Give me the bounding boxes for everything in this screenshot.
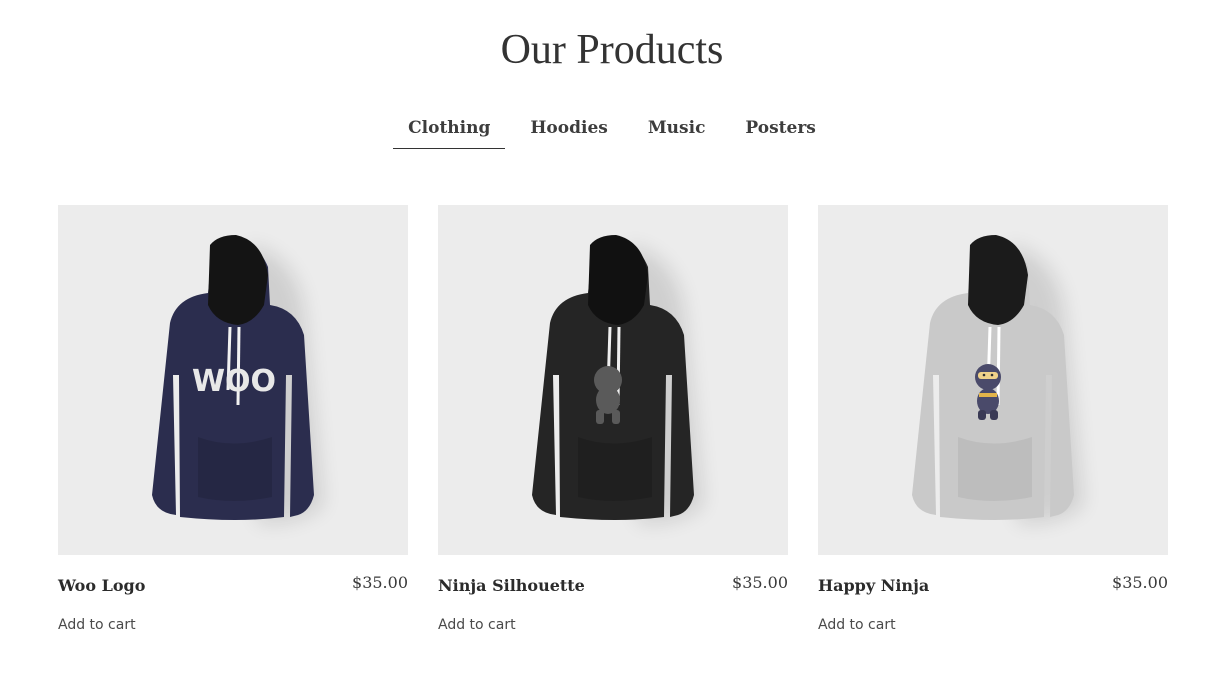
product-price: $35.00 [732,573,788,592]
product-name[interactable]: Woo Logo [58,576,145,595]
product-card: Happy Ninja $35.00 Add to cart [818,205,1168,634]
page-title: Our Products [500,27,724,73]
tab-clothing[interactable]: Clothing [393,108,506,149]
add-to-cart-button[interactable]: Add to cart [818,617,896,633]
tab-hoodies[interactable]: Hoodies [515,108,622,149]
product-image[interactable] [438,205,788,555]
add-to-cart-button[interactable]: Add to cart [438,617,516,633]
hoodie-image [532,235,703,524]
product-card: Ninja Silhouette $35.00 Add to cart [438,205,788,634]
product-price: $35.00 [1112,573,1168,592]
hoodie-image [912,235,1083,524]
product-image[interactable] [818,205,1168,555]
product-price: $35.00 [352,573,408,592]
hoodie-image: WOO [152,235,323,524]
product-card: WOO Woo Logo $35.00 Add to cart [58,205,408,634]
add-to-cart-button[interactable]: Add to cart [58,617,136,633]
product-grid: WOO Woo Logo $35.00 Add to cart Ninja Si… [58,205,1168,634]
woo-logo-print: WOO [192,364,276,399]
category-tabs: Clothing Hoodies Music Posters [0,108,1224,149]
product-name[interactable]: Happy Ninja [818,576,929,595]
product-image[interactable]: WOO [58,205,408,555]
tab-music[interactable]: Music [633,108,721,149]
tab-posters[interactable]: Posters [730,108,830,149]
product-name[interactable]: Ninja Silhouette [438,576,585,595]
